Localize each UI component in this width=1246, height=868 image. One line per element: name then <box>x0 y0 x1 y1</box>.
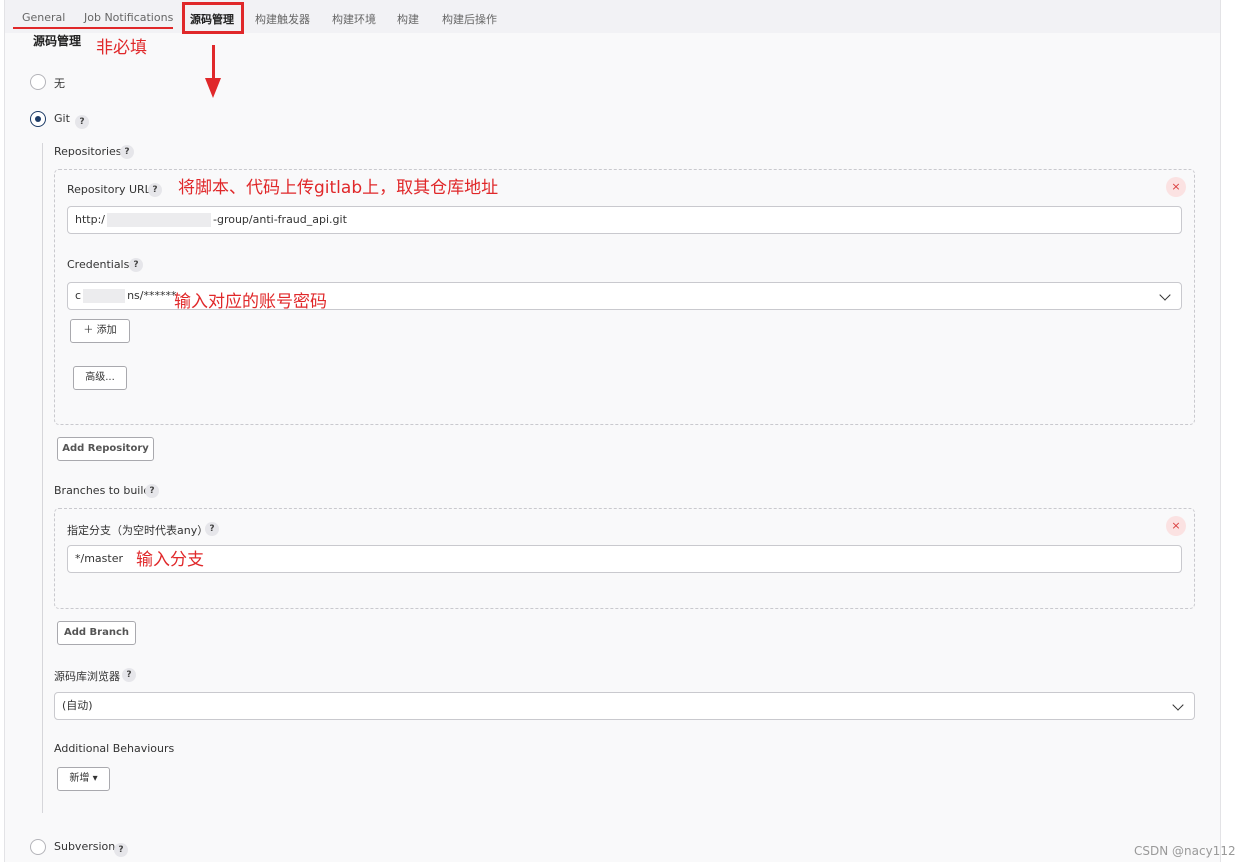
repo-browser-select[interactable]: (自动) <box>54 692 1195 720</box>
additional-behaviours-label: Additional Behaviours <box>54 742 175 755</box>
delete-repository-icon[interactable]: × <box>1166 177 1186 197</box>
branch-specifier-label: 指定分支（为空时代表any） <box>67 524 209 537</box>
tab-general[interactable]: General <box>22 11 65 24</box>
add-branch-button[interactable]: Add Branch <box>57 621 136 645</box>
git-section-line <box>42 143 43 813</box>
add-behaviour-button[interactable]: 新增 ▾ <box>57 767 110 791</box>
annotation-underline <box>13 27 173 29</box>
radio-git-label: Git <box>54 112 70 125</box>
annotation-highlight-box <box>182 2 244 34</box>
repo-browser-help-icon[interactable]: ? <box>122 668 136 682</box>
add-label: 添加 <box>96 325 117 336</box>
repository-url-prefix: http:/ <box>75 213 105 226</box>
radio-none[interactable] <box>30 74 46 90</box>
advanced-button[interactable]: 高级... <box>73 366 127 390</box>
tab-build-environment[interactable]: 构建环境 <box>332 11 376 27</box>
section-title: 源码管理 <box>33 34 82 48</box>
plus-icon: ＋ <box>83 325 97 336</box>
credentials-help-icon[interactable]: ? <box>129 258 143 272</box>
annotation-branch: 输入分支 <box>136 550 204 570</box>
annotation-arrow-head <box>205 78 221 98</box>
repository-url-help-icon[interactable]: ? <box>148 183 162 197</box>
radio-subversion[interactable] <box>30 839 46 855</box>
add-repository-button[interactable]: Add Repository <box>57 437 154 461</box>
radio-subversion-label: Subversion <box>54 840 116 853</box>
branch-specifier-help-icon[interactable]: ? <box>205 522 219 536</box>
annotation-optional: 非必填 <box>96 38 147 58</box>
subversion-help-icon[interactable]: ? <box>114 843 128 857</box>
add-credentials-button[interactable]: ＋ 添加 <box>70 319 130 343</box>
tab-post-build-actions[interactable]: 构建后操作 <box>442 11 497 27</box>
redacted-block <box>83 289 126 303</box>
branch-specifier-input[interactable]: */master <box>67 545 1182 573</box>
repository-url-suffix: -group/anti-fraud_api.git <box>213 213 347 226</box>
credentials-prefix: c <box>75 289 82 302</box>
repositories-help-icon[interactable]: ? <box>120 145 134 159</box>
git-help-icon[interactable]: ? <box>75 115 89 129</box>
redacted-block <box>107 213 211 227</box>
tab-build[interactable]: 构建 <box>397 11 419 27</box>
watermark: CSDN @nacy112 <box>1134 844 1236 858</box>
credentials-suffix: ns/****** <box>127 289 177 302</box>
tab-build-triggers[interactable]: 构建触发器 <box>255 11 310 27</box>
annotation-credentials: 输入对应的账号密码 <box>174 292 327 312</box>
credentials-label: Credentials <box>67 258 130 271</box>
radio-none-label: 无 <box>54 77 65 90</box>
annotation-repo-url: 将脚本、代码上传gitlab上，取其仓库地址 <box>178 178 499 198</box>
delete-branch-icon[interactable]: × <box>1166 516 1186 536</box>
branches-label: Branches to build <box>54 484 151 497</box>
repo-browser-label: 源码库浏览器 <box>54 670 120 683</box>
caret-down-icon: ▾ <box>89 773 98 784</box>
tab-job-notifications[interactable]: Job Notifications <box>84 11 173 24</box>
annotation-arrow-shaft <box>212 45 215 81</box>
repositories-label: Repositories <box>54 145 122 158</box>
config-page: General Job Notifications 源码管理 构建触发器 构建环… <box>4 0 1221 862</box>
repository-url-input[interactable]: http:/ -group/anti-fraud_api.git <box>67 206 1182 234</box>
new-label: 新增 <box>69 773 90 784</box>
branches-help-icon[interactable]: ? <box>145 484 159 498</box>
repository-url-label: Repository URL <box>67 183 151 196</box>
radio-git[interactable] <box>30 111 46 127</box>
